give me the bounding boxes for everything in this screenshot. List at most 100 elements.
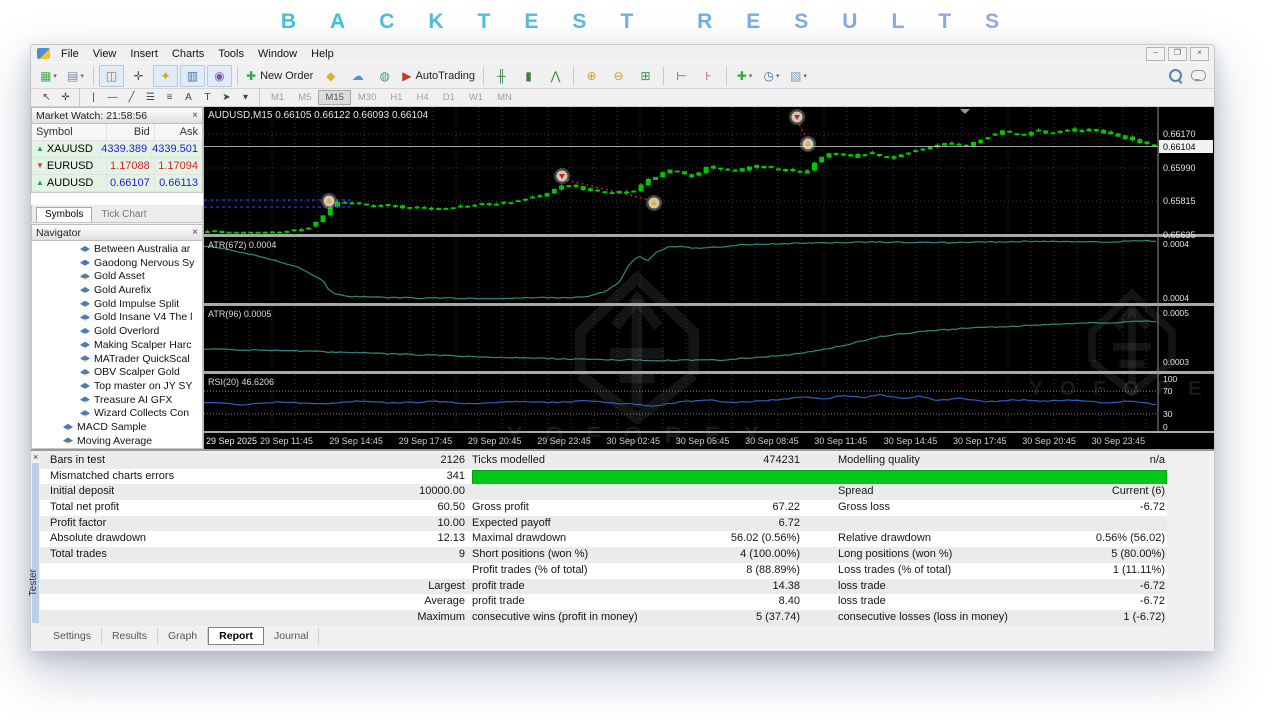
timeframe-m15[interactable]: M15 (318, 90, 350, 105)
navigator-item[interactable]: Gold Asset (32, 270, 202, 284)
report-row: Total trades9Short positions (won %)4 (1… (40, 547, 1167, 563)
navigator-item[interactable]: MATrader QuickScal (32, 353, 202, 367)
symbol-row-xauusd[interactable]: ▲XAUUSD4339.3894339.501 (32, 141, 202, 158)
symbol-row-audusd[interactable]: ▲AUDUSD0.661070.66113 (32, 175, 202, 192)
expert-advisor-icon (80, 396, 90, 404)
banner-letter: S (794, 10, 808, 34)
text-icon[interactable]: A (180, 90, 197, 105)
symbol-row-eurusd[interactable]: ▼EURUSD1.170881.17094 (32, 158, 202, 175)
navigator-item[interactable]: OBV Scalper Gold (32, 366, 202, 380)
autotrading-button-label: AutoTrading (415, 70, 475, 82)
shapes-caret-icon[interactable]: ▾ (237, 90, 254, 105)
candlestick-button[interactable]: ▮ (516, 65, 541, 87)
shapes-icon[interactable]: ➤ (218, 90, 235, 105)
templates-button[interactable]: ▧▾ (786, 65, 811, 87)
feedback-chat-icon[interactable] (1191, 70, 1206, 81)
restore-button[interactable]: ❐ (1168, 47, 1187, 61)
price-chart[interactable]: Y O F O R E XY O F O R E XAUDUSD,M15 0.6… (204, 107, 1214, 449)
line-chart-button[interactable]: ⋀ (543, 65, 568, 87)
report-cell: consecutive losses (loss in money) (838, 610, 1008, 626)
zoom-in-button[interactable]: ⊕ (579, 65, 604, 87)
navigator-item[interactable]: Gold Overlord (32, 325, 202, 339)
tab-graph[interactable]: Graph (158, 628, 208, 644)
channel-icon[interactable]: ≡ (161, 90, 178, 105)
timeframe-mn[interactable]: MN (490, 90, 519, 105)
mql5-cloud-button[interactable]: ☁ (345, 65, 370, 87)
banner-letter: E (524, 10, 538, 34)
timeframe-d1[interactable]: D1 (436, 90, 462, 105)
navigator-item[interactable]: Making Scalper Harc (32, 339, 202, 353)
zoom-out-button[interactable]: ⊖ (606, 65, 631, 87)
close-button[interactable]: × (1190, 47, 1209, 61)
auto-scroll-button[interactable]: ⊢ (669, 65, 694, 87)
terminal-toggle[interactable]: ▥ (180, 65, 205, 87)
report-cell: Bars in test (50, 453, 105, 469)
tab-tick-chart[interactable]: Tick Chart (92, 207, 155, 222)
tester-side-label: Tester (28, 569, 39, 596)
periods-button[interactable]: ◷▾ (759, 65, 784, 87)
new-order-button[interactable]: ✚New Order (243, 65, 316, 87)
navigator-toggle[interactable]: ✦ (153, 65, 178, 87)
crosshair-icon[interactable]: ✛ (57, 90, 74, 105)
tab-report[interactable]: Report (208, 627, 264, 645)
timeframe-m1[interactable]: M1 (264, 90, 291, 105)
search-icon[interactable] (1169, 69, 1182, 82)
tab-settings[interactable]: Settings (43, 628, 102, 644)
community-button[interactable]: ◍ (372, 65, 397, 87)
main-toolbar: ▦▾▤▾ ◫✛✦▥◉ ✚New Order◆☁◍▶AutoTrading ╫▮⋀ ⊕⊖⊞… (31, 62, 1214, 89)
timeframe-h1[interactable]: H1 (383, 90, 409, 105)
tab-results[interactable]: Results (102, 628, 158, 644)
menu-item-insert[interactable]: Insert (123, 47, 165, 61)
chevron-down-icon: ▾ (803, 72, 807, 80)
menu-item-window[interactable]: Window (251, 47, 304, 61)
label-icon[interactable]: T (199, 90, 216, 105)
menu-item-view[interactable]: View (86, 47, 124, 61)
autotrading-button[interactable]: ▶AutoTrading (399, 65, 478, 87)
navigator-item[interactable]: Wizard Collects Con (32, 407, 202, 421)
navigator-item[interactable]: Gaodong Nervous Sy (32, 257, 202, 271)
window-controls: – ❐ × (1143, 47, 1209, 61)
report-cell: Average (290, 594, 465, 610)
timeframe-m5[interactable]: M5 (291, 90, 318, 105)
chart-shift-button[interactable]: ⊦ (696, 65, 721, 87)
navigator-item[interactable]: Top master on JY SY (32, 380, 202, 394)
banner-letter: L (891, 10, 904, 34)
navigator-item[interactable]: Treasure AI GFX (32, 394, 202, 408)
market-watch-toggle[interactable]: ◫ (99, 65, 124, 87)
menu-item-charts[interactable]: Charts (165, 47, 211, 61)
timeframe-w1[interactable]: W1 (462, 90, 490, 105)
close-icon[interactable]: × (192, 227, 198, 238)
bar-chart-button[interactable]: ╫ (489, 65, 514, 87)
strategy-tester-toggle[interactable]: ◉ (207, 65, 232, 87)
chart-area[interactable]: Y O F O R E XY O F O R E XAUDUSD,M15 0.6… (204, 107, 1214, 449)
navigator-item[interactable]: MACD Sample (32, 421, 202, 435)
fibonacci-icon[interactable]: ☰ (142, 90, 159, 105)
horizontal-line-icon[interactable]: — (104, 90, 121, 105)
data-window-button[interactable]: ✛ (126, 65, 151, 87)
tab-symbols[interactable]: Symbols (36, 207, 92, 222)
metaeditor-button[interactable]: ◆ (318, 65, 343, 87)
trendline-icon[interactable]: ╱ (123, 90, 140, 105)
navigator-item[interactable]: Moving Average (32, 435, 202, 449)
menu-item-tools[interactable]: Tools (211, 47, 251, 61)
navigator-item[interactable]: Gold Impulse Split (32, 298, 202, 312)
menu-item-file[interactable]: File (54, 47, 86, 61)
vertical-line-icon[interactable]: | (85, 90, 102, 105)
new-chart-button[interactable]: ▦▾ (36, 65, 61, 87)
timeframe-h4[interactable]: H4 (410, 90, 436, 105)
minimize-button[interactable]: – (1146, 47, 1165, 61)
tab-journal[interactable]: Journal (264, 628, 319, 644)
indicators-button[interactable]: ✚▾ (732, 65, 757, 87)
menu-item-help[interactable]: Help (304, 47, 341, 61)
cursor-icon[interactable]: ↖ (38, 90, 55, 105)
close-icon[interactable]: × (192, 110, 198, 121)
navigator-item[interactable]: Gold Aurefix (32, 284, 202, 298)
navigator-item[interactable]: Gold Insane V4 The l (32, 311, 202, 325)
column-bid: Bid (106, 124, 154, 140)
tile-windows-button[interactable]: ⊞ (633, 65, 658, 87)
close-icon[interactable]: × (33, 452, 38, 462)
rsi-tick: 0 (1163, 422, 1168, 432)
navigator-item[interactable]: Between Australia ar (32, 243, 202, 257)
profiles-button[interactable]: ▤▾ (63, 65, 88, 87)
timeframe-m30[interactable]: M30 (351, 90, 383, 105)
